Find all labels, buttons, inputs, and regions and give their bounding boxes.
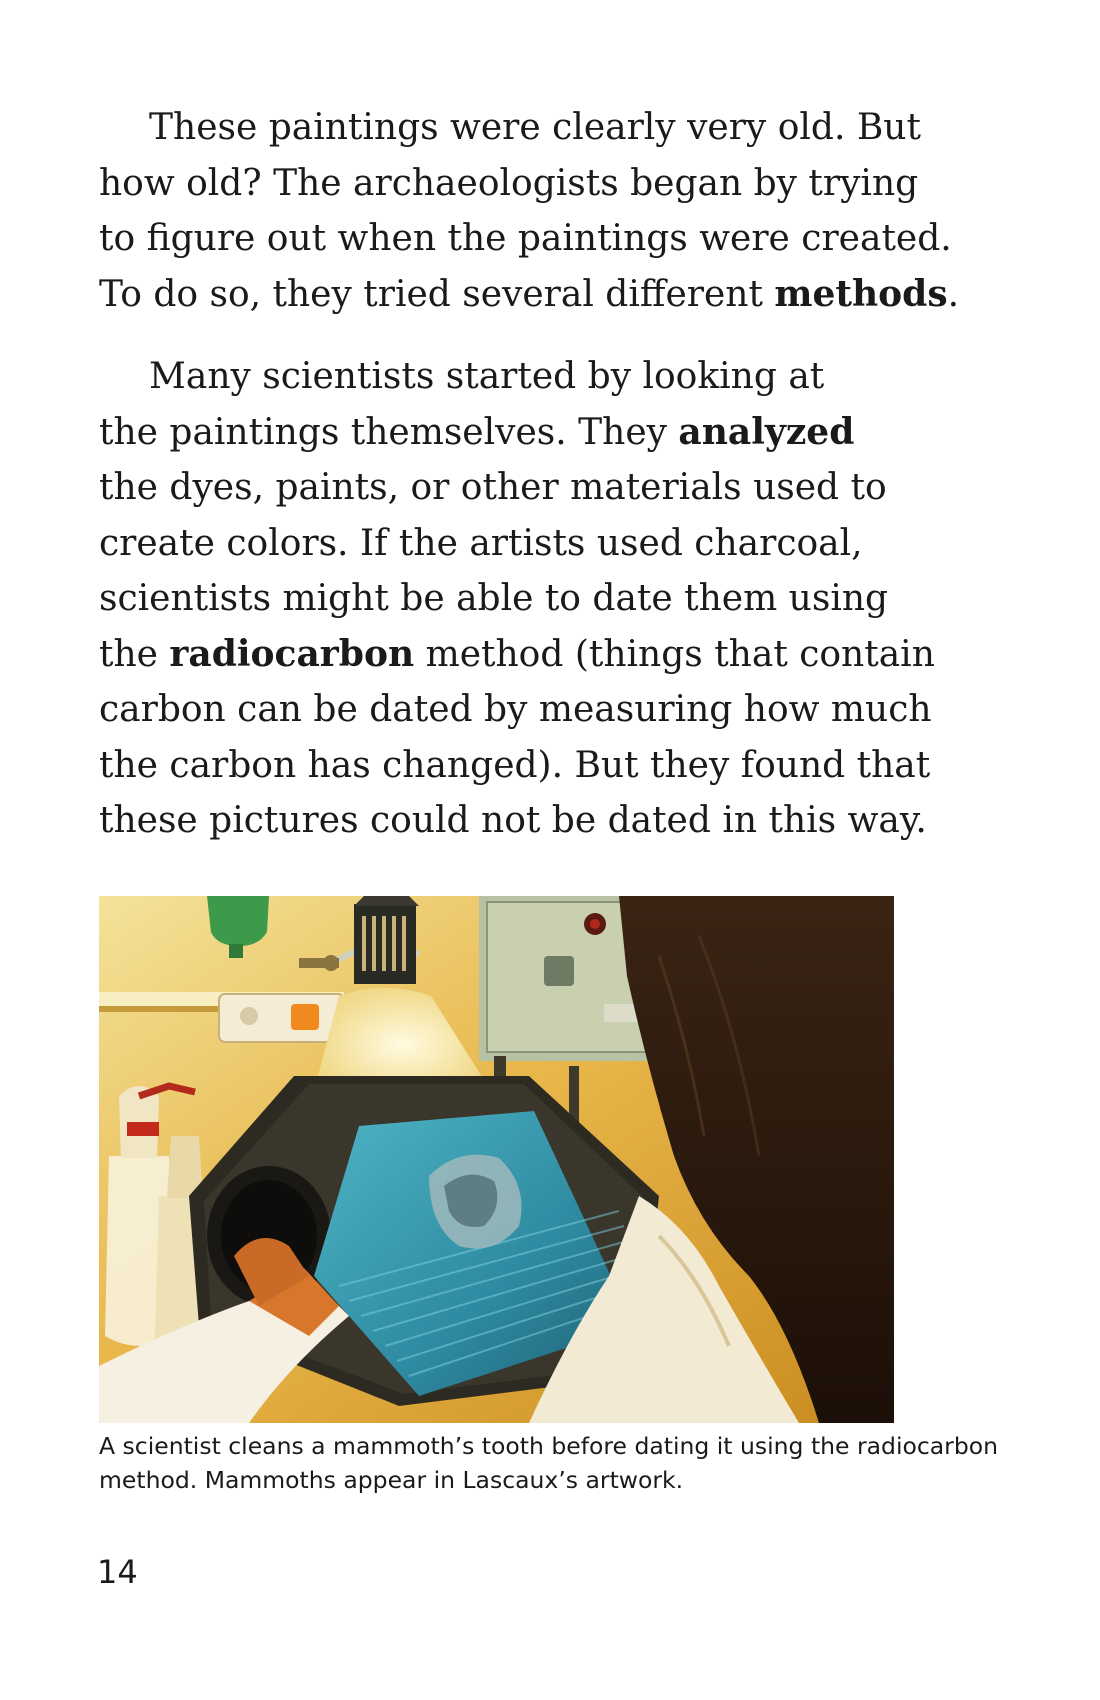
glossary-term-radiocarbon: radiocarbon [169,632,415,675]
text-line: create colors. If the artists used charc… [99,522,863,564]
page-number: 14 [97,1553,138,1591]
text-line: scientists might be able to date them us… [99,578,889,619]
lab-photo [99,896,894,1423]
text-line: Many scientists started by looking at [149,356,825,397]
text-line: the dyes, paints, or other materials use… [99,467,887,508]
text-line: the carbon has changed). But they found … [99,744,931,786]
paragraph-radiocarbon: Many scientists started by looking at th… [99,349,935,849]
text-line: To do so, they tried several different m… [99,272,960,315]
glossary-term-analyzed: analyzed [678,410,855,453]
text-line: how old? The archaeologists began by try… [99,162,919,204]
text-line: carbon can be dated by measuring how muc… [99,689,932,730]
text-line: to figure out when the paintings were cr… [99,218,952,259]
text-line: These paintings were clearly very old. B… [149,107,921,148]
caption-line: A scientist cleans a mammoth’s tooth bef… [99,1432,999,1460]
book-page: These paintings were clearly very old. B… [0,0,1100,1700]
glossary-term-methods: methods [774,272,948,315]
photo-caption: A scientist cleans a mammoth’s tooth bef… [99,1429,999,1497]
text-line: the paintings themselves. They analyzed [99,410,855,453]
text-line: the radiocarbon method (things that cont… [99,632,935,675]
paragraph-methods: These paintings were clearly very old. B… [99,100,960,322]
text-line: these pictures could not be dated in thi… [99,800,927,841]
caption-line: method. Mammoths appear in Lascaux’s art… [99,1466,684,1494]
